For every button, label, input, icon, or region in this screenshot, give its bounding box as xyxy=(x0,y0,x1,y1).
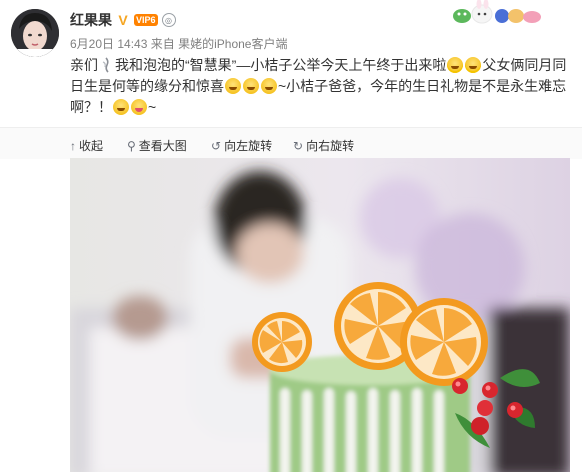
rotate-left-label: 向左旋转 xyxy=(224,139,273,153)
author-row: 红果果 V VIP 6 ◎ xyxy=(70,11,176,29)
collapse-button[interactable]: ↑ 收起 xyxy=(70,137,103,154)
rotate-left-button[interactable]: ↺ 向左旋转 xyxy=(211,137,272,154)
rotate-right-button[interactable]: ↻ 向右旋转 xyxy=(293,137,354,154)
post-text: 亲们 我和泡泡的“智慧果”—小桔子公举今天上午终于出来啦 父女俩同月同日生是何等的缘… xyxy=(70,55,570,118)
verified-v-icon[interactable]: V xyxy=(116,13,130,27)
source-prefix: 来自 xyxy=(150,37,175,51)
tongue-emoji-icon xyxy=(131,99,147,115)
lol-emoji-icon xyxy=(465,57,482,73)
birthday-cake-photo xyxy=(70,158,570,472)
post-text-segment: 我和泡泡的 xyxy=(115,57,185,73)
cry-emoji-icon xyxy=(225,78,241,94)
magnifier-icon: ⚲ xyxy=(127,138,136,153)
author-name[interactable]: 红果果 xyxy=(70,10,112,30)
post-meta: 6月20日 14:43 来自 果姥的iPhone客户端 xyxy=(70,35,287,52)
rotate-left-icon: ↺ xyxy=(211,138,222,153)
view-large-button[interactable]: ⚲ 查看大图 xyxy=(127,137,187,154)
rotate-right-label: 向右旋转 xyxy=(306,139,355,153)
rotate-right-icon: ↻ xyxy=(293,138,304,153)
sparkle-emoji-icon xyxy=(100,57,113,73)
cry-emoji-icon xyxy=(243,78,259,94)
media-toolbar: ↑ 收起 ⚲ 查看大图 ↺ 向左旋转 ↻ 向右旋转 xyxy=(0,127,582,159)
post-source-link[interactable]: 果姥的iPhone客户端 xyxy=(178,37,287,51)
grin-emoji-icon xyxy=(113,99,129,115)
grin-emoji-icon xyxy=(261,78,277,94)
author-avatar[interactable] xyxy=(11,9,59,57)
weibo-post: 红果果 V VIP 6 ◎ 6月20日 14:43 来自 果姥的iPhone客户端… xyxy=(0,0,582,472)
post-text-segment: 亲们 xyxy=(70,57,98,73)
post-text-quote: “智慧果” xyxy=(185,57,237,73)
collapse-label: 收起 xyxy=(79,139,104,153)
post-text-segment: ~ xyxy=(148,99,157,115)
collapse-arrow-icon: ↑ xyxy=(70,138,76,153)
post-photo[interactable] xyxy=(70,158,570,472)
medal-icon[interactable]: ◎ xyxy=(161,13,176,27)
lol-emoji-icon xyxy=(447,57,464,73)
vip-level-icon[interactable]: VIP 6 xyxy=(134,14,158,26)
view-large-label: 查看大图 xyxy=(138,139,187,153)
post-text-segment: —小桔子公举今天上午终于出来啦 xyxy=(236,57,447,73)
post-time-link[interactable]: 6月20日 14:43 xyxy=(70,37,147,51)
header-stickers-decoration xyxy=(452,0,546,24)
